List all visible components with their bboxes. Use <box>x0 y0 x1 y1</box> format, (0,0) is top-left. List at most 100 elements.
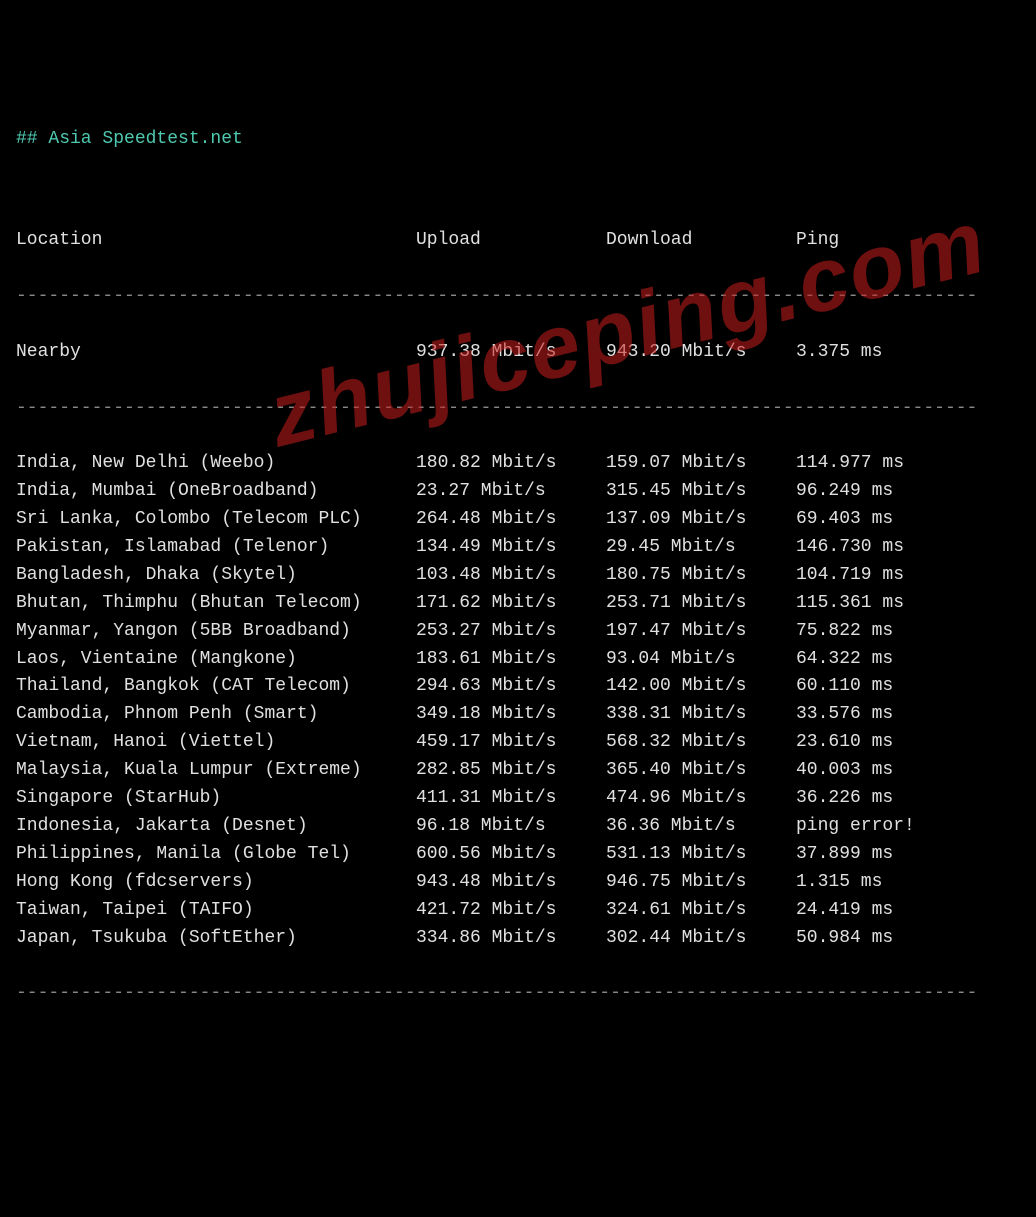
watermark-text: zhujiceping.com <box>254 173 1001 486</box>
nearby-ping: 3.375 ms <box>796 339 956 367</box>
cell-location: Philippines, Manila (Globe Tel) <box>16 841 416 869</box>
cell-upload: 183.61 Mbit/s <box>416 646 606 674</box>
cell-upload: 411.31 Mbit/s <box>416 785 606 813</box>
cell-location: Japan, Tsukuba (SoftEther) <box>16 925 416 953</box>
table-row: Singapore (StarHub)411.31 Mbit/s474.96 M… <box>16 785 1020 813</box>
cell-upload: 334.86 Mbit/s <box>416 925 606 953</box>
cell-ping: 104.719 ms <box>796 562 956 590</box>
cell-download: 946.75 Mbit/s <box>606 869 796 897</box>
nearby-download: 943.20 Mbit/s <box>606 339 796 367</box>
cell-ping: 1.315 ms <box>796 869 956 897</box>
cell-download: 142.00 Mbit/s <box>606 673 796 701</box>
cell-location: Thailand, Bangkok (CAT Telecom) <box>16 673 416 701</box>
table-row: Indonesia, Jakarta (Desnet)96.18 Mbit/s3… <box>16 813 1020 841</box>
cell-upload: 23.27 Mbit/s <box>416 478 606 506</box>
nearby-upload: 937.38 Mbit/s <box>416 339 606 367</box>
cell-ping: 23.610 ms <box>796 729 956 757</box>
divider-line: ----------------------------------------… <box>16 980 1020 1008</box>
cell-location: Indonesia, Jakarta (Desnet) <box>16 813 416 841</box>
cell-download: 324.61 Mbit/s <box>606 897 796 925</box>
table-row: Malaysia, Kuala Lumpur (Extreme)282.85 M… <box>16 757 1020 785</box>
cell-download: 474.96 Mbit/s <box>606 785 796 813</box>
cell-download: 197.47 Mbit/s <box>606 618 796 646</box>
cell-download: 36.36 Mbit/s <box>606 813 796 841</box>
table-row: Pakistan, Islamabad (Telenor)134.49 Mbit… <box>16 534 1020 562</box>
divider-line: ----------------------------------------… <box>16 283 1020 311</box>
cell-download: 365.40 Mbit/s <box>606 757 796 785</box>
cell-ping: 115.361 ms <box>796 590 956 618</box>
cell-download: 93.04 Mbit/s <box>606 646 796 674</box>
header-ping: Ping <box>796 227 956 255</box>
cell-download: 338.31 Mbit/s <box>606 701 796 729</box>
cell-ping: 75.822 ms <box>796 618 956 646</box>
cell-upload: 459.17 Mbit/s <box>416 729 606 757</box>
cell-location: Singapore (StarHub) <box>16 785 416 813</box>
cell-upload: 282.85 Mbit/s <box>416 757 606 785</box>
cell-upload: 294.63 Mbit/s <box>416 673 606 701</box>
table-row: Thailand, Bangkok (CAT Telecom)294.63 Mb… <box>16 673 1020 701</box>
header-location: Location <box>16 227 416 255</box>
cell-upload: 349.18 Mbit/s <box>416 701 606 729</box>
table-row: Cambodia, Phnom Penh (Smart)349.18 Mbit/… <box>16 701 1020 729</box>
cell-download: 315.45 Mbit/s <box>606 478 796 506</box>
cell-upload: 96.18 Mbit/s <box>416 813 606 841</box>
cell-upload: 421.72 Mbit/s <box>416 897 606 925</box>
cell-location: Sri Lanka, Colombo (Telecom PLC) <box>16 506 416 534</box>
cell-download: 531.13 Mbit/s <box>606 841 796 869</box>
cell-upload: 253.27 Mbit/s <box>416 618 606 646</box>
cell-location: Bhutan, Thimphu (Bhutan Telecom) <box>16 590 416 618</box>
cell-ping: 96.249 ms <box>796 478 956 506</box>
cell-location: Cambodia, Phnom Penh (Smart) <box>16 701 416 729</box>
table-row: Bhutan, Thimphu (Bhutan Telecom)171.62 M… <box>16 590 1020 618</box>
cell-location: Pakistan, Islamabad (Telenor) <box>16 534 416 562</box>
cell-ping: 33.576 ms <box>796 701 956 729</box>
cell-upload: 180.82 Mbit/s <box>416 450 606 478</box>
cell-download: 29.45 Mbit/s <box>606 534 796 562</box>
cell-download: 137.09 Mbit/s <box>606 506 796 534</box>
cell-ping: 50.984 ms <box>796 925 956 953</box>
table-row: Hong Kong (fdcservers)943.48 Mbit/s946.7… <box>16 869 1020 897</box>
table-row: India, New Delhi (Weebo)180.82 Mbit/s159… <box>16 450 1020 478</box>
cell-ping: 40.003 ms <box>796 757 956 785</box>
cell-ping: 64.322 ms <box>796 646 956 674</box>
cell-upload: 264.48 Mbit/s <box>416 506 606 534</box>
cell-ping: 36.226 ms <box>796 785 956 813</box>
cell-ping: 37.899 ms <box>796 841 956 869</box>
cell-download: 302.44 Mbit/s <box>606 925 796 953</box>
cell-location: Taiwan, Taipei (TAIFO) <box>16 897 416 925</box>
table-row: Myanmar, Yangon (5BB Broadband)253.27 Mb… <box>16 618 1020 646</box>
cell-download: 159.07 Mbit/s <box>606 450 796 478</box>
table-header: LocationUploadDownloadPing <box>16 227 1020 255</box>
cell-location: Bangladesh, Dhaka (Skytel) <box>16 562 416 590</box>
cell-ping: 114.977 ms <box>796 450 956 478</box>
cell-upload: 171.62 Mbit/s <box>416 590 606 618</box>
cell-location: Vietnam, Hanoi (Viettel) <box>16 729 416 757</box>
cell-upload: 103.48 Mbit/s <box>416 562 606 590</box>
divider-line: ----------------------------------------… <box>16 395 1020 423</box>
table-row: Bangladesh, Dhaka (Skytel)103.48 Mbit/s1… <box>16 562 1020 590</box>
cell-download: 568.32 Mbit/s <box>606 729 796 757</box>
cell-ping: 146.730 ms <box>796 534 956 562</box>
cell-location: Myanmar, Yangon (5BB Broadband) <box>16 618 416 646</box>
section-title: ## Asia Speedtest.net <box>16 126 1020 154</box>
table-row: Japan, Tsukuba (SoftEther)334.86 Mbit/s3… <box>16 925 1020 953</box>
cell-location: India, Mumbai (OneBroadband) <box>16 478 416 506</box>
table-row: Laos, Vientaine (Mangkone)183.61 Mbit/s9… <box>16 646 1020 674</box>
cell-download: 180.75 Mbit/s <box>606 562 796 590</box>
cell-location: India, New Delhi (Weebo) <box>16 450 416 478</box>
cell-ping: ping error! <box>796 813 956 841</box>
cell-upload: 134.49 Mbit/s <box>416 534 606 562</box>
cell-download: 253.71 Mbit/s <box>606 590 796 618</box>
nearby-row: Nearby937.38 Mbit/s943.20 Mbit/s3.375 ms <box>16 339 1020 367</box>
cell-upload: 943.48 Mbit/s <box>416 869 606 897</box>
nearby-location: Nearby <box>16 339 416 367</box>
table-row: India, Mumbai (OneBroadband)23.27 Mbit/s… <box>16 478 1020 506</box>
cell-location: Malaysia, Kuala Lumpur (Extreme) <box>16 757 416 785</box>
table-row: Philippines, Manila (Globe Tel)600.56 Mb… <box>16 841 1020 869</box>
header-download: Download <box>606 227 796 255</box>
cell-location: Hong Kong (fdcservers) <box>16 869 416 897</box>
table-row: Vietnam, Hanoi (Viettel)459.17 Mbit/s568… <box>16 729 1020 757</box>
cell-ping: 69.403 ms <box>796 506 956 534</box>
header-upload: Upload <box>416 227 606 255</box>
cell-ping: 60.110 ms <box>796 673 956 701</box>
